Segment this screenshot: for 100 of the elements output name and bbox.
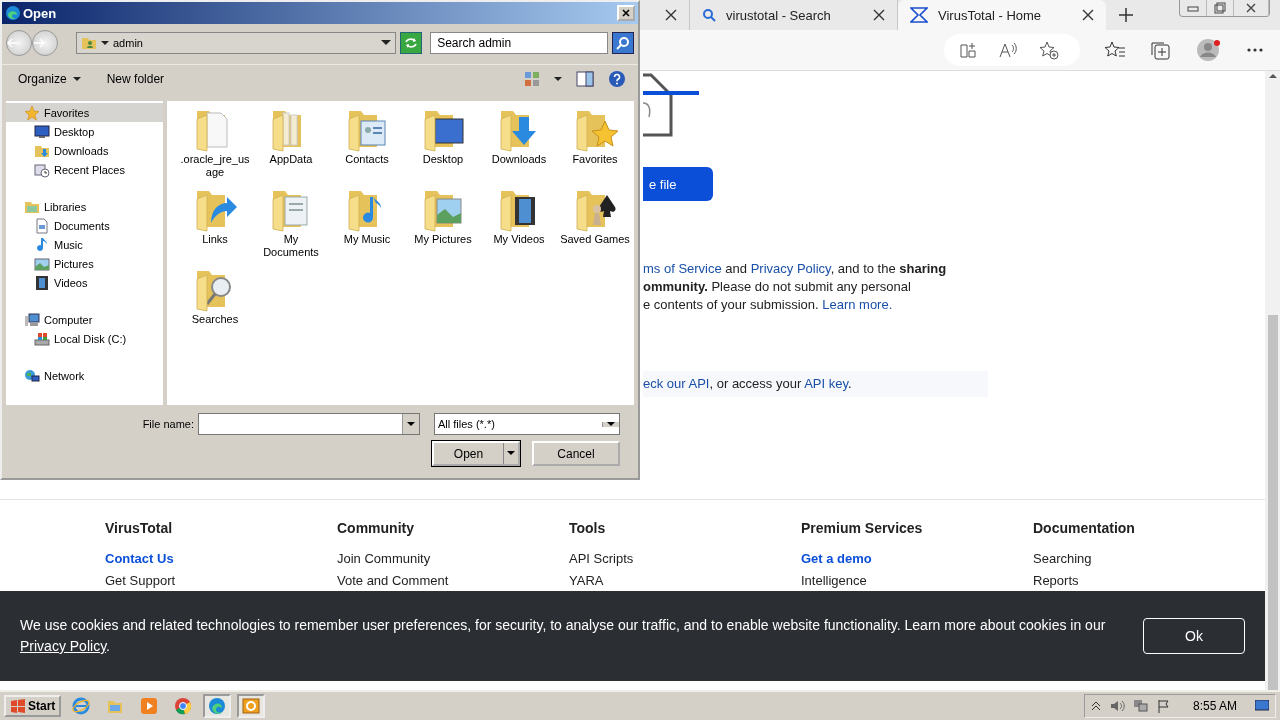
folder-label[interactable]: Downloads [484,153,554,166]
start-button[interactable]: Start [4,695,62,717]
toolbar-button[interactable]: New folder [102,70,169,88]
toolbar-button[interactable]: Organize [14,70,85,88]
nav-item[interactable]: Documents [6,216,163,235]
forward-arrow-icon [33,38,45,48]
folder-label[interactable]: Saved Games [560,233,630,246]
search-button[interactable] [612,32,634,54]
preview-pane-icon [576,71,594,87]
footer-link[interactable]: Vote and Comment [337,570,569,592]
caret-icon [381,40,392,46]
caret-icon [554,76,562,82]
caret-icon [507,451,515,456]
file-name-field[interactable] [198,413,420,435]
nav-item[interactable]: Desktop [6,122,163,141]
browser-tab[interactable]: VirusTotal - Home [898,0,1106,30]
folder-label[interactable]: Favorites [560,153,630,166]
footer-link[interactable]: Get a demo [801,548,1033,570]
nav-item[interactable]: Favorites [6,103,163,122]
folder-label[interactable]: Searches [180,313,250,326]
folder-label[interactable]: .oracle_jre_usage [180,153,250,179]
search-field[interactable]: Search admin [430,32,609,54]
folder-label[interactable]: My Pictures [408,233,478,246]
footer-link[interactable]: Searching [1033,548,1265,570]
footer-heading: VirusTotal [105,520,174,536]
footer-link[interactable]: Reports [1033,570,1265,592]
favorites-icon [1104,40,1126,60]
windows-flag-icon [10,699,26,713]
footer-link[interactable]: Join Community [337,548,569,570]
flag-icon [1156,699,1171,713]
collections-icon [1150,40,1172,60]
terms-text: e contents of your submission. Learn more. [643,297,894,313]
speaker-icon [1108,699,1125,713]
link[interactable]: Privacy Policy [750,261,831,276]
link[interactable]: Learn more. [822,297,893,312]
link[interactable]: API key [804,376,848,391]
e-globe-icon [72,697,91,715]
link[interactable]: ms of Service [643,261,722,276]
read-aloud-icon [998,40,1018,60]
cookie-text: We use cookies and related technologies to remember user preferences, for security, to analyse our traffic, and to enable website functionality. Learn more about cookies in our Privacy Policy. [20,616,1107,656]
nav-item[interactable]: Network [6,366,163,385]
folder-label[interactable]: AppData [256,153,326,166]
nav-item[interactable]: Computer [6,310,163,329]
forward-button[interactable] [32,30,58,56]
footer-link[interactable]: API Scripts [569,548,801,570]
cancel-button[interactable]: Cancel [532,441,620,466]
folder-label[interactable]: My Videos [484,233,554,246]
link[interactable]: eck our API [643,376,710,391]
file-type-dropdown[interactable]: All files (*.*) [434,413,620,435]
note-icon [34,236,50,253]
picture-icon [34,255,50,272]
footer-heading: Premium Services [801,520,924,536]
nav-item[interactable]: Recent Places [6,160,163,179]
globe-icon [24,367,40,384]
clock: 8:55 AM [1192,699,1237,713]
folder-label[interactable]: My Documents [256,233,326,259]
app-logo-icon [5,5,21,21]
star-icon [24,104,40,121]
back-arrow-icon [7,38,19,48]
nav-item[interactable]: Local Disk (C:) [6,329,163,348]
split-screen-icon [958,40,978,60]
nav-item[interactable]: Music [6,235,163,254]
footer-link[interactable]: YARA [569,570,801,592]
wave-logo-icon [208,697,227,715]
sigma-logo-icon [910,7,928,23]
taskbar-app[interactable] [203,694,232,718]
address-bar[interactable]: admin [76,32,397,54]
user-folder-icon [81,35,97,51]
search-icon [616,36,631,50]
footer-link[interactable]: Get Support [105,570,337,592]
close-icon [622,9,630,17]
folder-label[interactable]: Links [180,233,250,246]
caret-icon [101,40,109,46]
mail-icon [242,697,261,715]
view-icon [524,71,540,87]
nav-item[interactable]: Videos [6,273,163,292]
play-icon [140,697,159,715]
nav-item[interactable]: Downloads [6,141,163,160]
footer-link[interactable]: Intelligence [801,570,1033,592]
folder-label[interactable]: Contacts [332,153,402,166]
folder-label[interactable]: My Music [332,233,402,246]
chevron-up-icon [1090,701,1101,711]
ok-button[interactable]: Ok [1143,618,1245,654]
footer-link[interactable]: Contact Us [105,548,337,570]
help-icon [608,70,626,88]
folder-label[interactable]: Desktop [408,153,478,166]
show-desktop-icon [1255,700,1269,712]
tab-close-icon [873,9,885,21]
tab-close-icon [665,9,677,21]
nav-item[interactable]: Libraries [6,197,163,216]
tab-close-icon [1082,9,1094,21]
taskbar-app[interactable] [237,694,266,718]
avatar-icon [1196,38,1222,62]
open-button[interactable]: Open [432,441,520,466]
choose-file-button[interactable]: e file [643,167,713,201]
caret-icon [72,76,81,82]
back-button[interactable] [6,30,32,56]
refresh-button[interactable] [400,32,423,54]
nav-item[interactable]: Pictures [6,254,163,273]
close-button[interactable] [617,5,635,21]
